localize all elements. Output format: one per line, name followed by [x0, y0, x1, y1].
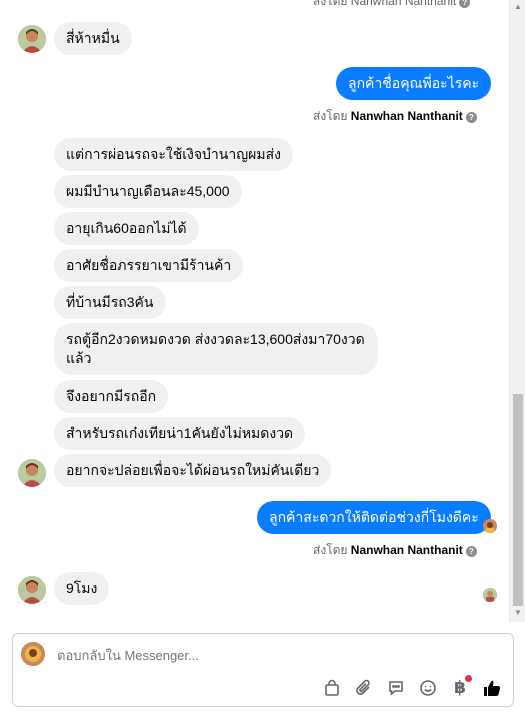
message-bubble[interactable]: 9โมง — [54, 572, 110, 605]
sent-by-label: ส่งโดย Nanwhan Nanthanit? — [313, 107, 477, 126]
message-bubble[interactable]: รถตู้อีก2งวดหมดงวด ส่งงวดละ13,600ส่งมา70… — [54, 323, 378, 375]
message-bubble[interactable]: สี่ห้าหมื่น — [54, 22, 132, 55]
like-icon[interactable] — [482, 678, 502, 698]
avatar[interactable] — [18, 25, 46, 53]
message-bubble[interactable]: แต่การผ่อนรถจะใช้เงิจบำนาญผมส่ง — [54, 138, 293, 171]
message-bubble[interactable]: ที่บ้านมีรถ3คัน — [54, 286, 166, 319]
scroll-down-arrow-icon[interactable]: ▼ — [510, 606, 525, 620]
seen-avatar — [483, 519, 497, 533]
message-bubble[interactable]: สำหรับรถเก๋งเทียน่า1คันยังไม่หมดงวด — [54, 417, 306, 450]
attach-icon[interactable] — [354, 678, 374, 698]
sent-by-label-top: ส่งโดย Nanwhan Nanthanit? — [313, 0, 471, 11]
message-bubble[interactable]: อาศัยชื่อภรรยาเขามีร้านค้า — [54, 249, 244, 282]
info-icon[interactable]: ? — [465, 112, 477, 123]
chat-thread: ส่งโดย Nanwhan Nanthanit? สี่ห้าหมื่น ลู… — [0, 0, 509, 622]
info-icon[interactable]: ? — [465, 546, 477, 557]
notification-dot — [465, 675, 472, 682]
message-bubble[interactable]: อยากจะปล่อยเพื่อจะได้ผ่อนรถใหม่คันเดียว — [54, 454, 332, 487]
scroll-up-arrow-icon[interactable]: ▲ — [510, 0, 525, 14]
bag-icon[interactable] — [322, 678, 342, 698]
message-bubble[interactable]: อายุเกิน60ออกไม่ได้ — [54, 212, 199, 245]
message-bubble[interactable]: จึงอยากมีรถอีก — [54, 380, 169, 413]
chat-icon[interactable] — [386, 678, 406, 698]
emoji-icon[interactable] — [418, 678, 438, 698]
info-icon[interactable]: ? — [459, 0, 471, 8]
avatar[interactable] — [18, 459, 46, 487]
outgoing-message-bubble[interactable]: ลูกค้าชื่อคุณพี่อะไรคะ — [336, 67, 492, 100]
sent-by-label: ส่งโดย Nanwhan Nanthanit? — [313, 541, 477, 560]
scrollbar[interactable]: ▲ ▼ — [509, 0, 525, 622]
reply-input[interactable] — [57, 648, 477, 663]
reply-composer: ฿ — [12, 633, 514, 707]
baht-icon[interactable]: ฿ — [450, 675, 472, 698]
avatar[interactable] — [18, 576, 46, 604]
scroll-thumb[interactable] — [513, 394, 523, 606]
outgoing-message-bubble[interactable]: ลูกค้าสะดวกให้ติดต่อช่วงกี่โมงดีคะ — [257, 501, 491, 534]
message-bubble[interactable]: ผมมีบำนาญเดือนละ45,000 — [54, 175, 242, 208]
seen-avatar — [483, 588, 497, 602]
avatar — [21, 642, 45, 666]
